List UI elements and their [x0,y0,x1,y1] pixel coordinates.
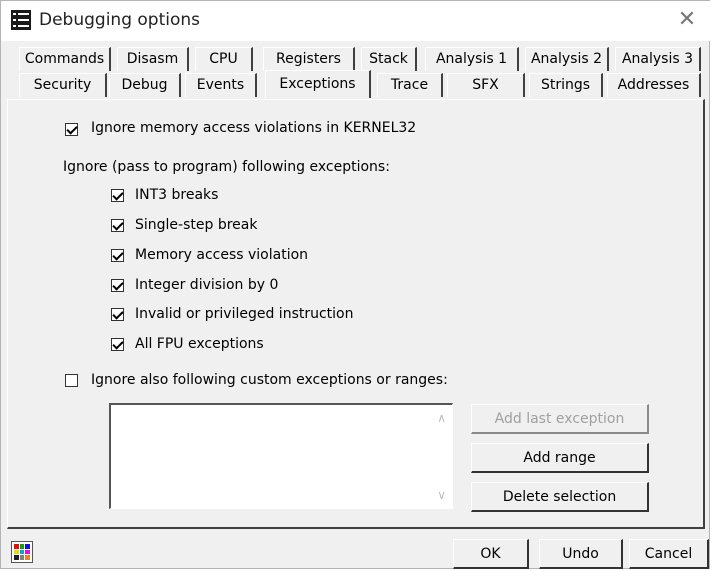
ignore-kernel32-label: Ignore memory access violations in KERNE… [91,120,417,136]
cancel-button[interactable]: Cancel [629,539,709,569]
custom-exceptions-list[interactable]: ∧ ∨ [109,403,453,509]
tab-disasm[interactable]: Disasm [117,47,189,71]
ignore-kernel32-checkbox[interactable] [65,123,78,136]
memory-access-violation-checkbox[interactable] [111,249,124,262]
tab-security[interactable]: Security [19,73,107,97]
fpu-exceptions-checkbox[interactable] [111,338,124,351]
tab-trace[interactable]: Trace [377,73,443,97]
list-icon [11,10,31,30]
invalid-instruction-label: Invalid or privileged instruction [135,306,354,322]
window-title: Debugging options [39,10,201,30]
custom-exceptions-label: Ignore also following custom exceptions … [91,372,448,388]
close-icon[interactable]: ✕ [675,9,699,33]
ignore-exceptions-heading: Ignore (pass to program) following excep… [63,159,390,175]
tab-debug[interactable]: Debug [109,73,181,97]
tab-analysis-1[interactable]: Analysis 1 [425,47,519,71]
tab-exceptions[interactable]: Exceptions [265,70,371,98]
scroll-up-icon[interactable]: ∧ [437,411,446,425]
integer-division-checkbox[interactable] [111,279,124,292]
tab-sfx[interactable]: SFX [447,73,525,97]
tab-stack[interactable]: Stack [361,47,417,71]
tab-registers[interactable]: Registers [263,47,355,71]
debugging-options-dialog: Debugging options ✕ Commands Disasm CPU … [0,0,711,569]
custom-exceptions-checkbox[interactable] [65,374,78,387]
tab-analysis-3[interactable]: Analysis 3 [615,47,701,71]
memory-access-violation-label: Memory access violation [135,247,309,263]
undo-button[interactable]: Undo [539,539,623,569]
tab-strings[interactable]: Strings [529,73,603,97]
single-step-label: Single-step break [135,217,258,233]
add-range-button[interactable]: Add range [471,443,649,473]
fpu-exceptions-label: All FPU exceptions [135,336,264,352]
single-step-checkbox[interactable] [111,219,124,232]
scroll-down-icon[interactable]: ∨ [437,488,446,502]
delete-selection-button[interactable]: Delete selection [471,482,649,512]
tab-analysis-2[interactable]: Analysis 2 [525,47,609,71]
tab-events[interactable]: Events [185,73,257,97]
tab-commands[interactable]: Commands [19,47,111,71]
color-grid-icon[interactable] [11,541,33,563]
title-bar[interactable]: Debugging options ✕ [1,1,711,41]
add-last-exception-button[interactable]: Add last exception [471,404,649,434]
int3-breaks-checkbox[interactable] [111,189,124,202]
int3-breaks-label: INT3 breaks [135,187,219,203]
tab-cpu[interactable]: CPU [195,47,253,71]
integer-division-label: Integer division by 0 [135,277,279,293]
tab-addresses[interactable]: Addresses [607,73,701,97]
ok-button[interactable]: OK [453,539,529,569]
invalid-instruction-checkbox[interactable] [111,308,124,321]
